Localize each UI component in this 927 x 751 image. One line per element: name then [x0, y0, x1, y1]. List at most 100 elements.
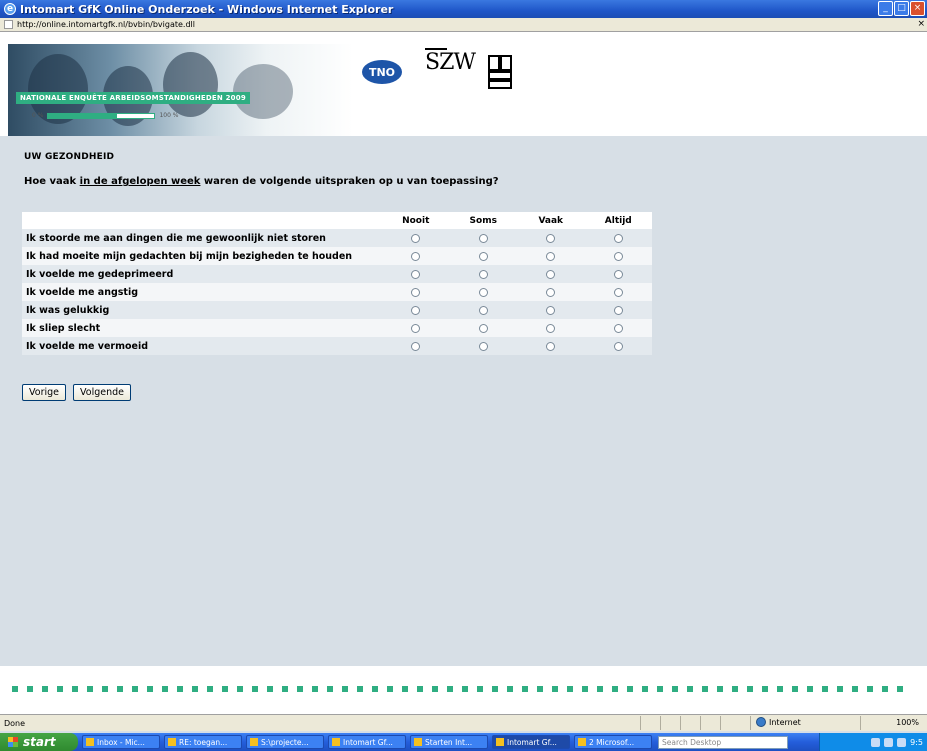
taskbar-task[interactable]: 2 Microsof...: [574, 735, 652, 749]
survey-header: NATIONALE ENQUÊTE ARBEIDSOMSTANDIGHEDEN …: [0, 32, 927, 138]
task-label: S:\projecte...: [261, 737, 309, 747]
radio-option[interactable]: [411, 287, 421, 297]
option-cell: [517, 337, 585, 355]
separator-dot: [807, 686, 813, 692]
separator-dot: [342, 686, 348, 692]
separator-dot: [12, 686, 18, 692]
separator-dot: [477, 686, 483, 692]
option-cell: [517, 301, 585, 319]
zoom-level[interactable]: 100%: [896, 718, 919, 727]
radio-option[interactable]: [411, 305, 421, 315]
taskbar-task[interactable]: Starten Int...: [410, 735, 488, 749]
radio-option[interactable]: [478, 269, 488, 279]
grid-row: Ik voelde me angstig: [22, 283, 652, 301]
option-cell: [449, 283, 517, 301]
close-icon[interactable]: ×: [917, 19, 925, 29]
radio-option[interactable]: [411, 323, 421, 333]
radio-option[interactable]: [546, 341, 556, 351]
separator-dot: [672, 686, 678, 692]
separator-dot: [312, 686, 318, 692]
section-title: UW GEZONDHEID: [24, 152, 115, 162]
separator-dot: [837, 686, 843, 692]
taskbar-task[interactable]: RE: toegan...: [164, 735, 242, 749]
task-label: RE: toegan...: [179, 737, 228, 747]
radio-option[interactable]: [613, 323, 623, 333]
taskbar-task[interactable]: Intomart Gf...: [492, 735, 570, 749]
tray-icon[interactable]: [871, 737, 881, 747]
radio-option[interactable]: [478, 233, 488, 243]
radio-option[interactable]: [613, 341, 623, 351]
tray-icon[interactable]: [884, 737, 894, 747]
separator-dot: [792, 686, 798, 692]
separator-dot: [552, 686, 558, 692]
radio-option[interactable]: [546, 305, 556, 315]
maximize-button[interactable]: □: [894, 1, 909, 16]
separator-dot: [762, 686, 768, 692]
minimize-button[interactable]: _: [878, 1, 893, 16]
radio-option[interactable]: [478, 323, 488, 333]
radio-option[interactable]: [478, 251, 488, 261]
separator-dot: [387, 686, 393, 692]
separator-dot: [237, 686, 243, 692]
separator-dot: [747, 686, 753, 692]
window-titlebar: e Intomart GfK Online Onderzoek - Window…: [0, 0, 927, 18]
separator-dot: [492, 686, 498, 692]
separator-dot: [372, 686, 378, 692]
taskbar-task[interactable]: Intomart Gf...: [328, 735, 406, 749]
row-label: Ik voelde me gedeprimeerd: [22, 265, 382, 283]
task-label: Intomart Gf...: [507, 737, 557, 747]
radio-option[interactable]: [478, 341, 488, 351]
radio-option[interactable]: [613, 287, 623, 297]
window-title: Intomart GfK Online Onderzoek - Windows …: [20, 2, 394, 16]
separator-dot: [297, 686, 303, 692]
globe-icon: [756, 717, 766, 727]
banner-title: NATIONALE ENQUÊTE ARBEIDSOMSTANDIGHEDEN …: [16, 92, 250, 104]
radio-option[interactable]: [546, 233, 556, 243]
task-label: Inbox - Mic...: [97, 737, 145, 747]
option-cell: [517, 229, 585, 247]
radio-option[interactable]: [546, 251, 556, 261]
address-text[interactable]: http://online.intomartgfk.nl/bvbin/bviga…: [17, 20, 195, 29]
desktop-search-input[interactable]: Search Desktop: [658, 735, 788, 749]
cbs-logo: cbs: [488, 55, 512, 89]
previous-button[interactable]: Vorige: [22, 384, 66, 401]
separator-dot: [162, 686, 168, 692]
app-icon: [250, 738, 258, 746]
close-button[interactable]: ×: [910, 1, 925, 16]
separator-dot: [132, 686, 138, 692]
radio-option[interactable]: [613, 251, 623, 261]
radio-option[interactable]: [546, 287, 556, 297]
separator-dot: [72, 686, 78, 692]
start-button[interactable]: start: [0, 733, 78, 751]
address-bar[interactable]: http://online.intomartgfk.nl/bvbin/bviga…: [0, 18, 927, 32]
option-cell: [449, 337, 517, 355]
radio-option[interactable]: [478, 287, 488, 297]
taskbar-task[interactable]: Inbox - Mic...: [82, 735, 160, 749]
separator-dot: [597, 686, 603, 692]
separator-dot: [102, 686, 108, 692]
column-header: Soms: [449, 212, 517, 229]
option-cell: [382, 247, 450, 265]
taskbar-task[interactable]: S:\projecte...: [246, 735, 324, 749]
separator-dot: [822, 686, 828, 692]
option-cell: [584, 247, 652, 265]
radio-option[interactable]: [411, 251, 421, 261]
separator-dot: [687, 686, 693, 692]
radio-option[interactable]: [613, 233, 623, 243]
radio-option[interactable]: [546, 323, 556, 333]
radio-option[interactable]: [613, 269, 623, 279]
radio-option[interactable]: [613, 305, 623, 315]
progress-end-label: 100 %: [159, 112, 179, 119]
radio-option[interactable]: [411, 233, 421, 243]
radio-option[interactable]: [478, 305, 488, 315]
radio-option[interactable]: [411, 269, 421, 279]
option-cell: [584, 301, 652, 319]
tray-icon[interactable]: [897, 737, 907, 747]
page-icon: [4, 20, 13, 29]
radio-option[interactable]: [411, 341, 421, 351]
radio-option[interactable]: [546, 269, 556, 279]
security-zone[interactable]: Internet: [756, 717, 801, 727]
next-button[interactable]: Volgende: [73, 384, 131, 401]
separator-dot: [192, 686, 198, 692]
status-text: Done: [4, 718, 26, 728]
